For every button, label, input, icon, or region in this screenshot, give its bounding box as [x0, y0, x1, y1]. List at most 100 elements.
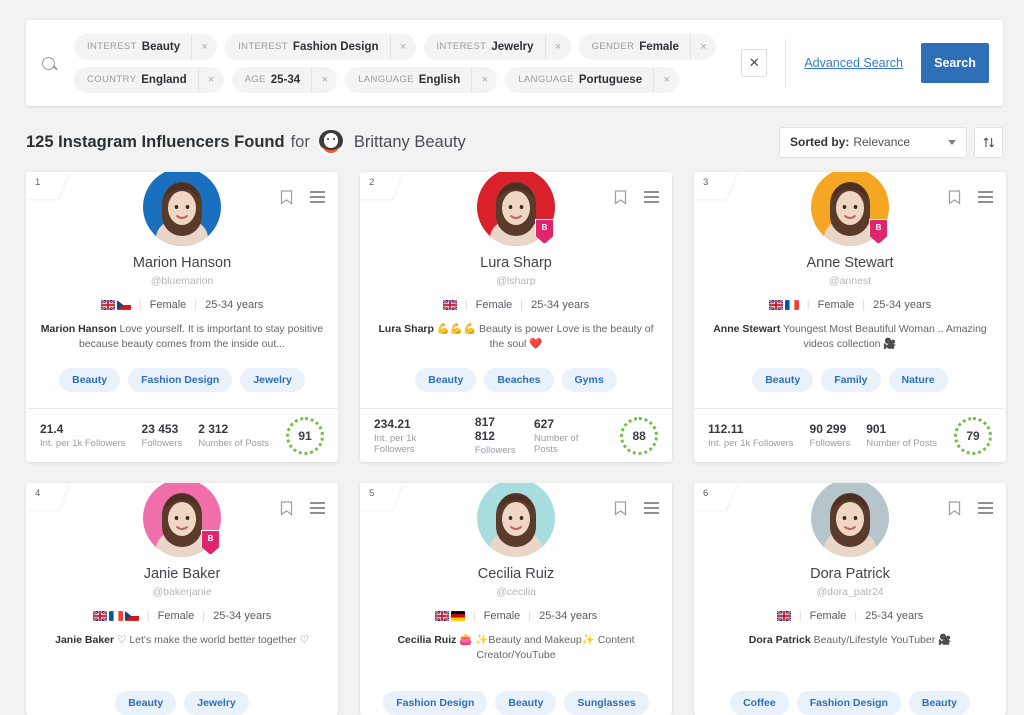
filter-chip-category: INTEREST [238, 41, 288, 52]
interest-tag[interactable]: Family [821, 368, 881, 392]
country-flags [92, 611, 139, 621]
filter-chip-list: INTEREST Beauty × INTEREST Fashion Design × IN… [70, 28, 741, 99]
influencer-bio: Cecilia Ruiz 👛 ✨Beauty and Makeup✨ Conte… [374, 633, 658, 663]
avatar[interactable] [143, 172, 221, 246]
card-rank-badge: 6 [694, 483, 726, 510]
influencer-name: Marion Hanson [132, 255, 232, 271]
influencer-age: 25-34 years [531, 299, 590, 311]
remove-filter-icon[interactable]: × [689, 33, 716, 60]
influencer-meta: | Female | 25-34 years [26, 610, 338, 622]
remove-filter-icon[interactable]: × [311, 66, 337, 93]
hamburger-menu-icon[interactable] [644, 501, 659, 521]
influencer-score: 88 [620, 416, 658, 455]
hamburger-menu-icon [310, 191, 325, 203]
advanced-search-link[interactable]: Advanced Search [804, 56, 903, 70]
filter-chip[interactable]: INTEREST Fashion Design × [225, 33, 416, 60]
filter-chip-category: AGE [244, 74, 266, 85]
search-icon[interactable] [26, 20, 70, 106]
filter-chip[interactable]: COUNTRY England × [74, 66, 224, 93]
influencer-meta: | Female | 25-34 years [360, 610, 672, 622]
card-rank-badge: 3 [694, 172, 726, 199]
stat-item: 21.4 Int. per 1k Followers [40, 422, 142, 449]
influencer-gender: Female [475, 299, 513, 311]
influencer-meta: | Female | 25-34 years [694, 299, 1006, 311]
influencer-age: 25-34 years [213, 610, 272, 622]
influencer-card[interactable]: 3 B Anne Stewart @annest | Female | 25-34 years… [694, 172, 1006, 462]
stat-label: Int. per 1k Followers [40, 438, 126, 449]
bookmark-icon [614, 501, 627, 516]
interest-tag[interactable]: Beauty [59, 368, 121, 392]
stat-label: Followers [809, 438, 851, 449]
influencer-card[interactable]: 1 Marion Hanson @bluemarion | Female | 25-34 y… [26, 172, 338, 462]
interest-tag[interactable]: Fashion Design [128, 368, 233, 392]
avatar-image [477, 483, 555, 557]
filter-chip[interactable]: LANGUAGE Portuguese × [505, 66, 680, 93]
interest-tag[interactable]: Beauty [115, 691, 177, 715]
bookmark-icon[interactable] [948, 501, 961, 521]
interest-tag[interactable]: Coffee [730, 691, 789, 715]
influencer-card[interactable]: 2 B Lura Sharp @lsharp | Female | 25-34 years Lu… [360, 172, 672, 462]
avatar[interactable] [811, 483, 889, 557]
hamburger-menu-icon[interactable] [310, 190, 325, 210]
interest-tag[interactable]: Sunglasses [564, 691, 649, 715]
remove-filter-icon[interactable]: × [197, 66, 224, 93]
hamburger-menu-icon[interactable] [978, 190, 993, 210]
interest-tag[interactable]: Beauty [495, 691, 557, 715]
bookmark-icon[interactable] [614, 190, 627, 210]
remove-filter-icon[interactable]: × [471, 66, 497, 93]
bookmark-icon[interactable] [280, 190, 293, 210]
interest-tag[interactable]: Fashion Design [796, 691, 901, 715]
filter-chip[interactable]: INTEREST Beauty × [74, 33, 218, 60]
interest-tags: Beauty Family Nature [694, 368, 1006, 408]
stat-value: 2 312 [198, 422, 229, 436]
stat-item: 901 Number of Posts [866, 422, 953, 449]
avatar[interactable] [477, 483, 555, 557]
avatar[interactable]: B [477, 172, 555, 246]
bookmark-icon[interactable] [280, 501, 293, 521]
interest-tag[interactable]: Beauty [415, 368, 477, 392]
remove-filter-icon[interactable]: × [191, 33, 217, 60]
interest-tag[interactable]: Fashion Design [383, 691, 488, 715]
remove-filter-icon[interactable]: × [653, 66, 679, 93]
clear-all-filters-button[interactable]: ✕ [741, 49, 768, 77]
influencer-card[interactable]: 6 Dora Patrick @dora_patr24 | Female | 25-34 y… [694, 483, 1006, 715]
interest-tag[interactable]: Beauty [908, 691, 970, 715]
filter-chip[interactable]: GENDER Female × [578, 33, 716, 60]
search-button[interactable]: Search [921, 43, 989, 83]
influencer-card[interactable]: 5 Cecilia Ruiz @cecilia | Female | 25-34 years… [360, 483, 672, 715]
remove-filter-icon[interactable]: × [389, 33, 416, 60]
interest-tags: Beauty Beaches Gyms [360, 368, 672, 408]
page-title: 125 Instagram Influencers Found for Brit… [26, 129, 466, 155]
interest-tag[interactable]: Beauty [752, 368, 814, 392]
hamburger-menu-icon[interactable] [644, 190, 659, 210]
influencer-meta: | Female | 25-34 years [694, 610, 1006, 622]
stat-value: 234.21 [374, 416, 411, 431]
hamburger-menu-icon[interactable] [978, 501, 993, 521]
interest-tag[interactable]: Beaches [484, 368, 554, 392]
influencer-card[interactable]: 4 B Janie Baker @bakerjanie | Female | 25-34 ye… [26, 483, 338, 715]
stat-value: 817 812 [474, 415, 495, 443]
filter-chip-value: Beauty [141, 40, 181, 53]
sort-direction-button[interactable] [974, 126, 1003, 158]
interest-tag[interactable]: Gyms [561, 368, 617, 392]
interest-tag[interactable]: Jewelry [184, 691, 249, 715]
card-tools [280, 501, 325, 521]
bookmark-icon[interactable] [614, 501, 627, 521]
hamburger-menu-icon[interactable] [310, 501, 325, 521]
avatar[interactable]: B [143, 483, 221, 557]
filter-chip[interactable]: AGE 25-34 × [231, 66, 338, 93]
interest-tag[interactable]: Nature [888, 368, 948, 392]
bookmark-icon[interactable] [948, 190, 961, 210]
results-count: 125 Instagram Influencers Found [26, 132, 285, 151]
remove-filter-icon[interactable]: × [544, 33, 571, 60]
bio-text: 👛 ✨Beauty and Makeup✨ Content Creator/Yo… [459, 634, 635, 662]
sort-by-select[interactable]: Sorted by: Relevance [779, 126, 967, 158]
card-stats: 112.11 Int. per 1k Followers 90 299 Followe… [694, 408, 1006, 462]
stat-value: 112.11 [708, 422, 744, 436]
filter-chip[interactable]: LANGUAGE English × [345, 66, 498, 93]
influencer-name: Anne Stewart [806, 255, 894, 271]
interest-tag[interactable]: Jewelry [240, 368, 305, 392]
filter-chip[interactable]: INTEREST Jewelry × [423, 33, 571, 60]
stat-item: 112.11 Int. per 1k Followers [708, 422, 810, 449]
avatar[interactable]: B [811, 172, 889, 246]
